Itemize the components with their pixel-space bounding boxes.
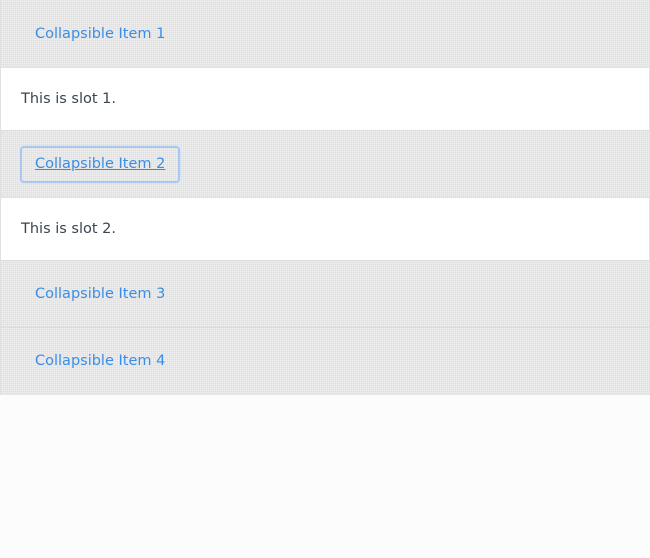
accordion-header-item-4[interactable]: Collapsible Item 4 — [1, 327, 649, 394]
accordion-toggle-item-4[interactable]: Collapsible Item 4 — [20, 343, 180, 380]
accordion-header-item-1[interactable]: Collapsible Item 1 — [1, 0, 649, 67]
accordion-toggle-item-1[interactable]: Collapsible Item 1 — [20, 16, 180, 53]
slot-content-1: This is slot 1. — [21, 91, 117, 107]
slot-content-2: This is slot 2. — [21, 221, 117, 237]
accordion: Collapsible Item 1 This is slot 1. Colla… — [0, 0, 650, 395]
accordion-panel-item-2: This is slot 2. — [1, 197, 649, 260]
accordion-header-item-2[interactable]: Collapsible Item 2 — [1, 130, 649, 197]
accordion-bottom-border — [1, 394, 649, 395]
accordion-toggle-item-2[interactable]: Collapsible Item 2 — [20, 145, 181, 183]
accordion-panel-item-1: This is slot 1. — [1, 67, 649, 130]
accordion-toggle-item-3[interactable]: Collapsible Item 3 — [20, 276, 180, 313]
accordion-header-item-3[interactable]: Collapsible Item 3 — [1, 260, 649, 327]
